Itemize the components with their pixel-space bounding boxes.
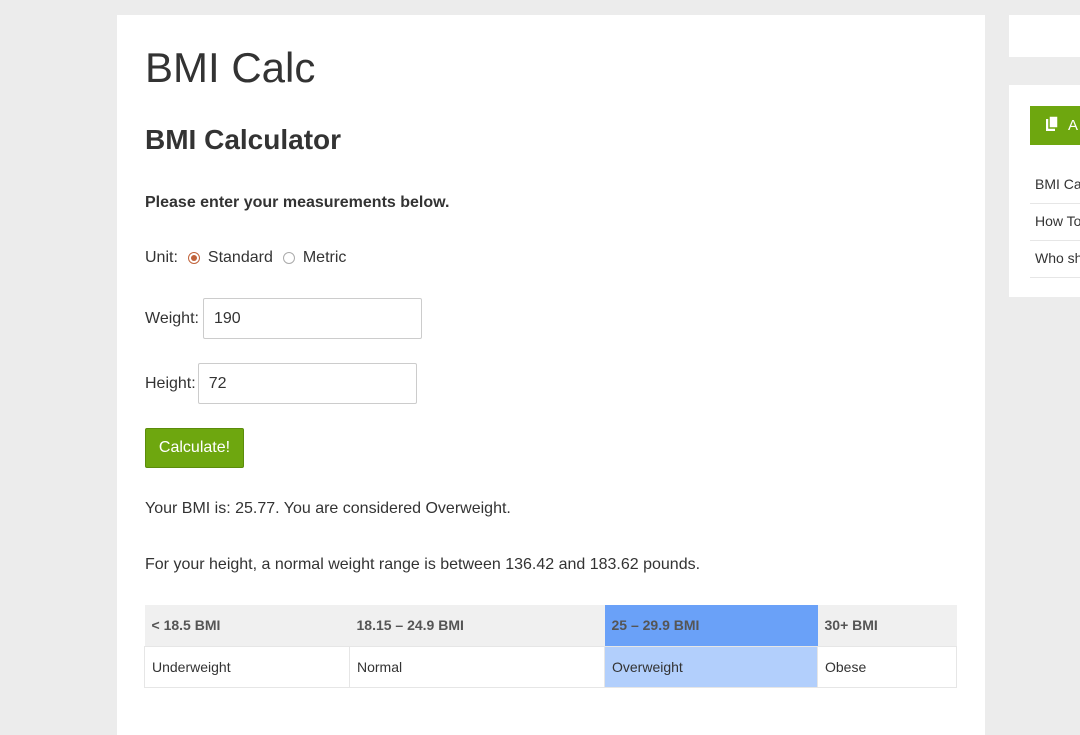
height-input[interactable]	[197, 363, 417, 404]
unit-standard-label[interactable]: Standard	[208, 248, 273, 268]
weight-input[interactable]	[202, 298, 422, 339]
weight-label: Weight:	[145, 309, 199, 327]
height-label: Height:	[145, 374, 196, 392]
unit-label: Unit:	[145, 249, 178, 266]
unit-standard-radio[interactable]	[187, 252, 200, 264]
sidebar-search-widget	[1009, 15, 1080, 57]
bmi-category-table: < 18.5 BMI 18.15 – 24.9 BMI 25 – 29.9 BM…	[144, 605, 957, 688]
instructions-text: Please enter your measurements below.	[145, 194, 450, 211]
document-copy-icon	[1046, 115, 1059, 135]
table-header-cell: 18.15 – 24.9 BMI	[349, 605, 605, 646]
unit-selector: Unit: Standard Metric	[145, 248, 346, 268]
normal-range-text: For your height, a normal weight range i…	[145, 556, 701, 573]
table-cell: Obese	[817, 645, 957, 688]
table-header-cell-highlighted: 25 – 29.9 BMI	[604, 605, 818, 646]
table-row: Underweight Normal Overweight Obese	[144, 645, 957, 688]
table-header-cell: < 18.5 BMI	[144, 605, 350, 646]
page-heading: BMI Calculator	[145, 124, 342, 155]
sidebar-pages-widget: A BMI Ca How To Who sh	[1009, 85, 1080, 297]
calculate-button[interactable]: Calculate!	[145, 428, 244, 468]
table-header-cell: 30+ BMI	[817, 605, 957, 646]
table-header-row: < 18.5 BMI 18.15 – 24.9 BMI 25 – 29.9 BM…	[144, 605, 957, 646]
widget-title: A	[1068, 117, 1079, 134]
site-title[interactable]: BMI Calc	[145, 43, 315, 93]
table-cell: Normal	[349, 645, 605, 688]
weight-row: Weight:	[145, 298, 422, 339]
unit-metric-label[interactable]: Metric	[303, 248, 347, 268]
sidebar-link[interactable]: BMI Ca	[1030, 167, 1080, 204]
bmi-result-text: Your BMI is: 25.77. You are considered O…	[145, 500, 511, 517]
main-content: BMI Calc BMI Calculator Please enter you…	[117, 15, 985, 735]
widget-header: A	[1030, 106, 1080, 145]
height-row: Height:	[145, 363, 417, 404]
unit-metric-radio[interactable]	[282, 252, 295, 264]
sidebar-link[interactable]: Who sh	[1030, 241, 1080, 278]
table-cell-highlighted: Overweight	[604, 645, 818, 688]
sidebar-link[interactable]: How To	[1030, 204, 1080, 241]
table-cell: Underweight	[144, 645, 350, 688]
sidebar-page-list: BMI Ca How To Who sh	[1030, 167, 1080, 278]
